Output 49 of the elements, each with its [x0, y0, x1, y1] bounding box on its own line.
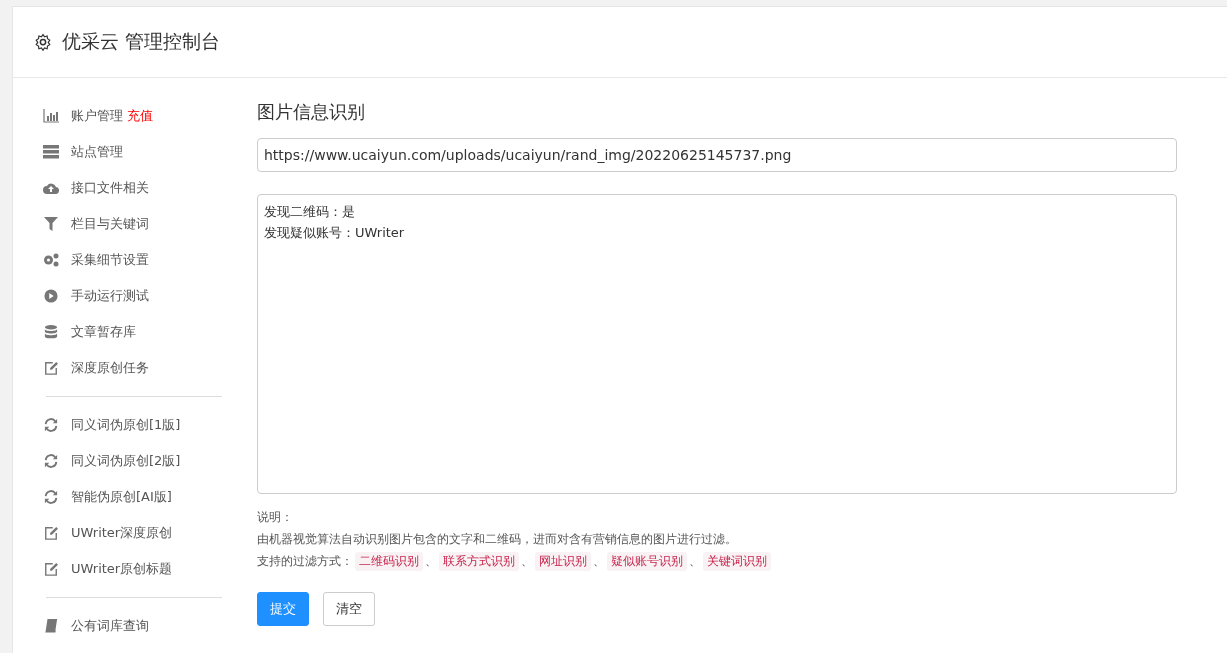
description-text: 由机器视觉算法自动识别图片包含的文字和二维码，进而对含有营销信息的图片进行过滤。	[257, 531, 738, 548]
sidebar-item[interactable]: 公有词库查询	[71, 617, 149, 635]
filter-tag: 疑似账号识别	[607, 551, 687, 571]
filter-tag: 网址识别	[535, 551, 591, 571]
url-field[interactable]: https://www.ucaiyun.com/uploads/ucaiyun/rand_img/20220625145737.png	[257, 138, 1177, 172]
filters-label: 支持的过滤方式：	[257, 553, 353, 570]
clear-button[interactable]: 清空	[323, 592, 375, 626]
sidebar-item[interactable]: 智能伪原创[AI版]	[71, 488, 172, 506]
refresh-icon	[43, 454, 59, 468]
database-icon	[43, 325, 59, 339]
filter-icon	[43, 217, 59, 231]
result-line: 发现二维码：是	[264, 203, 355, 221]
separator: 、	[593, 553, 605, 570]
sidebar-item[interactable]: 手动运行测试	[71, 287, 149, 305]
filter-tag: 联系方式识别	[439, 551, 519, 571]
sidebar-item[interactable]: 账户管理	[71, 107, 123, 125]
separator: 、	[689, 553, 701, 570]
edit-icon	[43, 562, 59, 576]
sidebar-item[interactable]: 栏目与关键词	[71, 215, 149, 233]
section-title: 图片信息识别	[257, 100, 366, 124]
refresh-icon	[43, 490, 59, 504]
sidebar-item[interactable]: 同义词伪原创[2版]	[71, 452, 181, 470]
console-title: 优采云 管理控制台	[62, 29, 221, 54]
cloud-upload-icon	[43, 181, 59, 195]
filter-tag: 关键词识别	[703, 551, 771, 571]
gears-icon	[43, 253, 59, 267]
sidebar-item[interactable]: 站点管理	[71, 143, 123, 161]
recharge-link[interactable]: 充值	[127, 107, 153, 125]
separator: 、	[521, 553, 533, 570]
filter-tag: 二维码识别	[355, 551, 423, 571]
book-icon	[43, 619, 59, 633]
sidebar-item[interactable]: 文章暂存库	[71, 323, 136, 341]
sidebar-item[interactable]: 深度原创任务	[71, 359, 149, 377]
sidebar-item[interactable]: 采集细节设置	[71, 251, 149, 269]
sidebar-item[interactable]: UWriter深度原创	[71, 524, 173, 542]
refresh-icon	[43, 418, 59, 432]
play-icon	[43, 289, 59, 303]
sidebar-item[interactable]: UWriter原创标题	[71, 560, 173, 578]
settings-icon	[34, 33, 52, 51]
separator: 、	[425, 553, 437, 570]
notes-heading: 说明：	[257, 509, 294, 526]
sidebar-item[interactable]: 接口文件相关	[71, 179, 149, 197]
result-box[interactable]: 发现二维码：是 发现疑似账号：UWriter	[257, 194, 1177, 494]
bar-chart-icon	[43, 109, 59, 123]
edit-icon	[43, 526, 59, 540]
sidebar-item[interactable]: 同义词伪原创[1版]	[71, 416, 181, 434]
edit-icon	[43, 361, 59, 375]
server-icon	[43, 145, 59, 159]
result-line: 发现疑似账号：UWriter	[264, 224, 405, 242]
